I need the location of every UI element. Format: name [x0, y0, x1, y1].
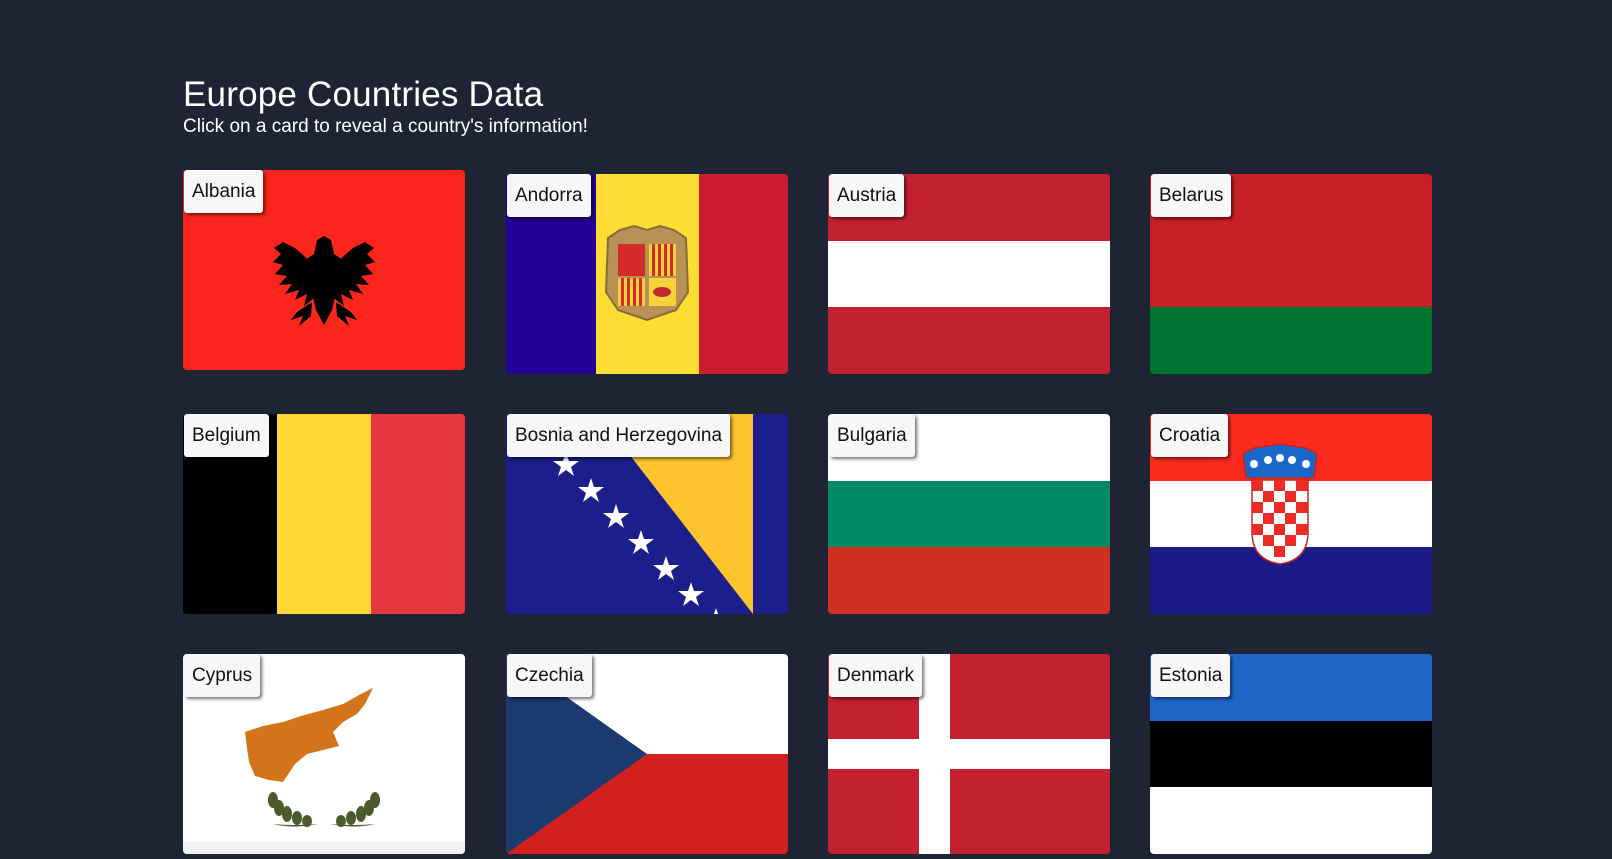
country-card-bulgaria[interactable]: Bulgaria — [828, 414, 1110, 614]
country-card-bosnia-and-herzegovina[interactable]: Bosnia and Herzegovina — [506, 414, 788, 614]
country-card-belarus[interactable]: Belarus — [1150, 174, 1432, 374]
country-card-belgium[interactable]: Belgium — [183, 414, 465, 614]
country-card-austria[interactable]: Austria — [828, 174, 1110, 374]
country-name-label: Andorra — [507, 174, 591, 217]
page-header: Europe Countries Data Click on a card to… — [183, 74, 588, 139]
country-name-label: Denmark — [829, 654, 923, 697]
page-subtitle: Click on a card to reveal a country's in… — [183, 116, 588, 137]
country-name-label: Albania — [184, 170, 264, 213]
country-name-label: Cyprus — [184, 654, 261, 697]
country-name-label: Czechia — [507, 654, 592, 697]
country-name-label: Belarus — [1151, 174, 1232, 217]
page-title: Europe Countries Data — [183, 75, 544, 114]
country-card-denmark[interactable]: Denmark — [828, 654, 1110, 854]
country-name-label: Austria — [829, 174, 905, 217]
country-card-croatia[interactable]: Croatia — [1150, 414, 1432, 614]
country-name-label: Belgium — [184, 414, 269, 457]
country-card-czechia[interactable]: Czechia — [506, 654, 788, 854]
country-name-label: Bulgaria — [829, 414, 915, 457]
country-card-cyprus[interactable]: Cyprus — [183, 654, 465, 854]
country-name-label: Bosnia and Herzegovina — [507, 414, 731, 457]
country-card-estonia[interactable]: Estonia — [1150, 654, 1432, 854]
country-card-andorra[interactable]: Andorra — [506, 174, 788, 374]
country-card-albania[interactable]: Albania — [183, 170, 465, 370]
country-name-label: Croatia — [1151, 414, 1229, 457]
country-name-label: Estonia — [1151, 654, 1231, 697]
